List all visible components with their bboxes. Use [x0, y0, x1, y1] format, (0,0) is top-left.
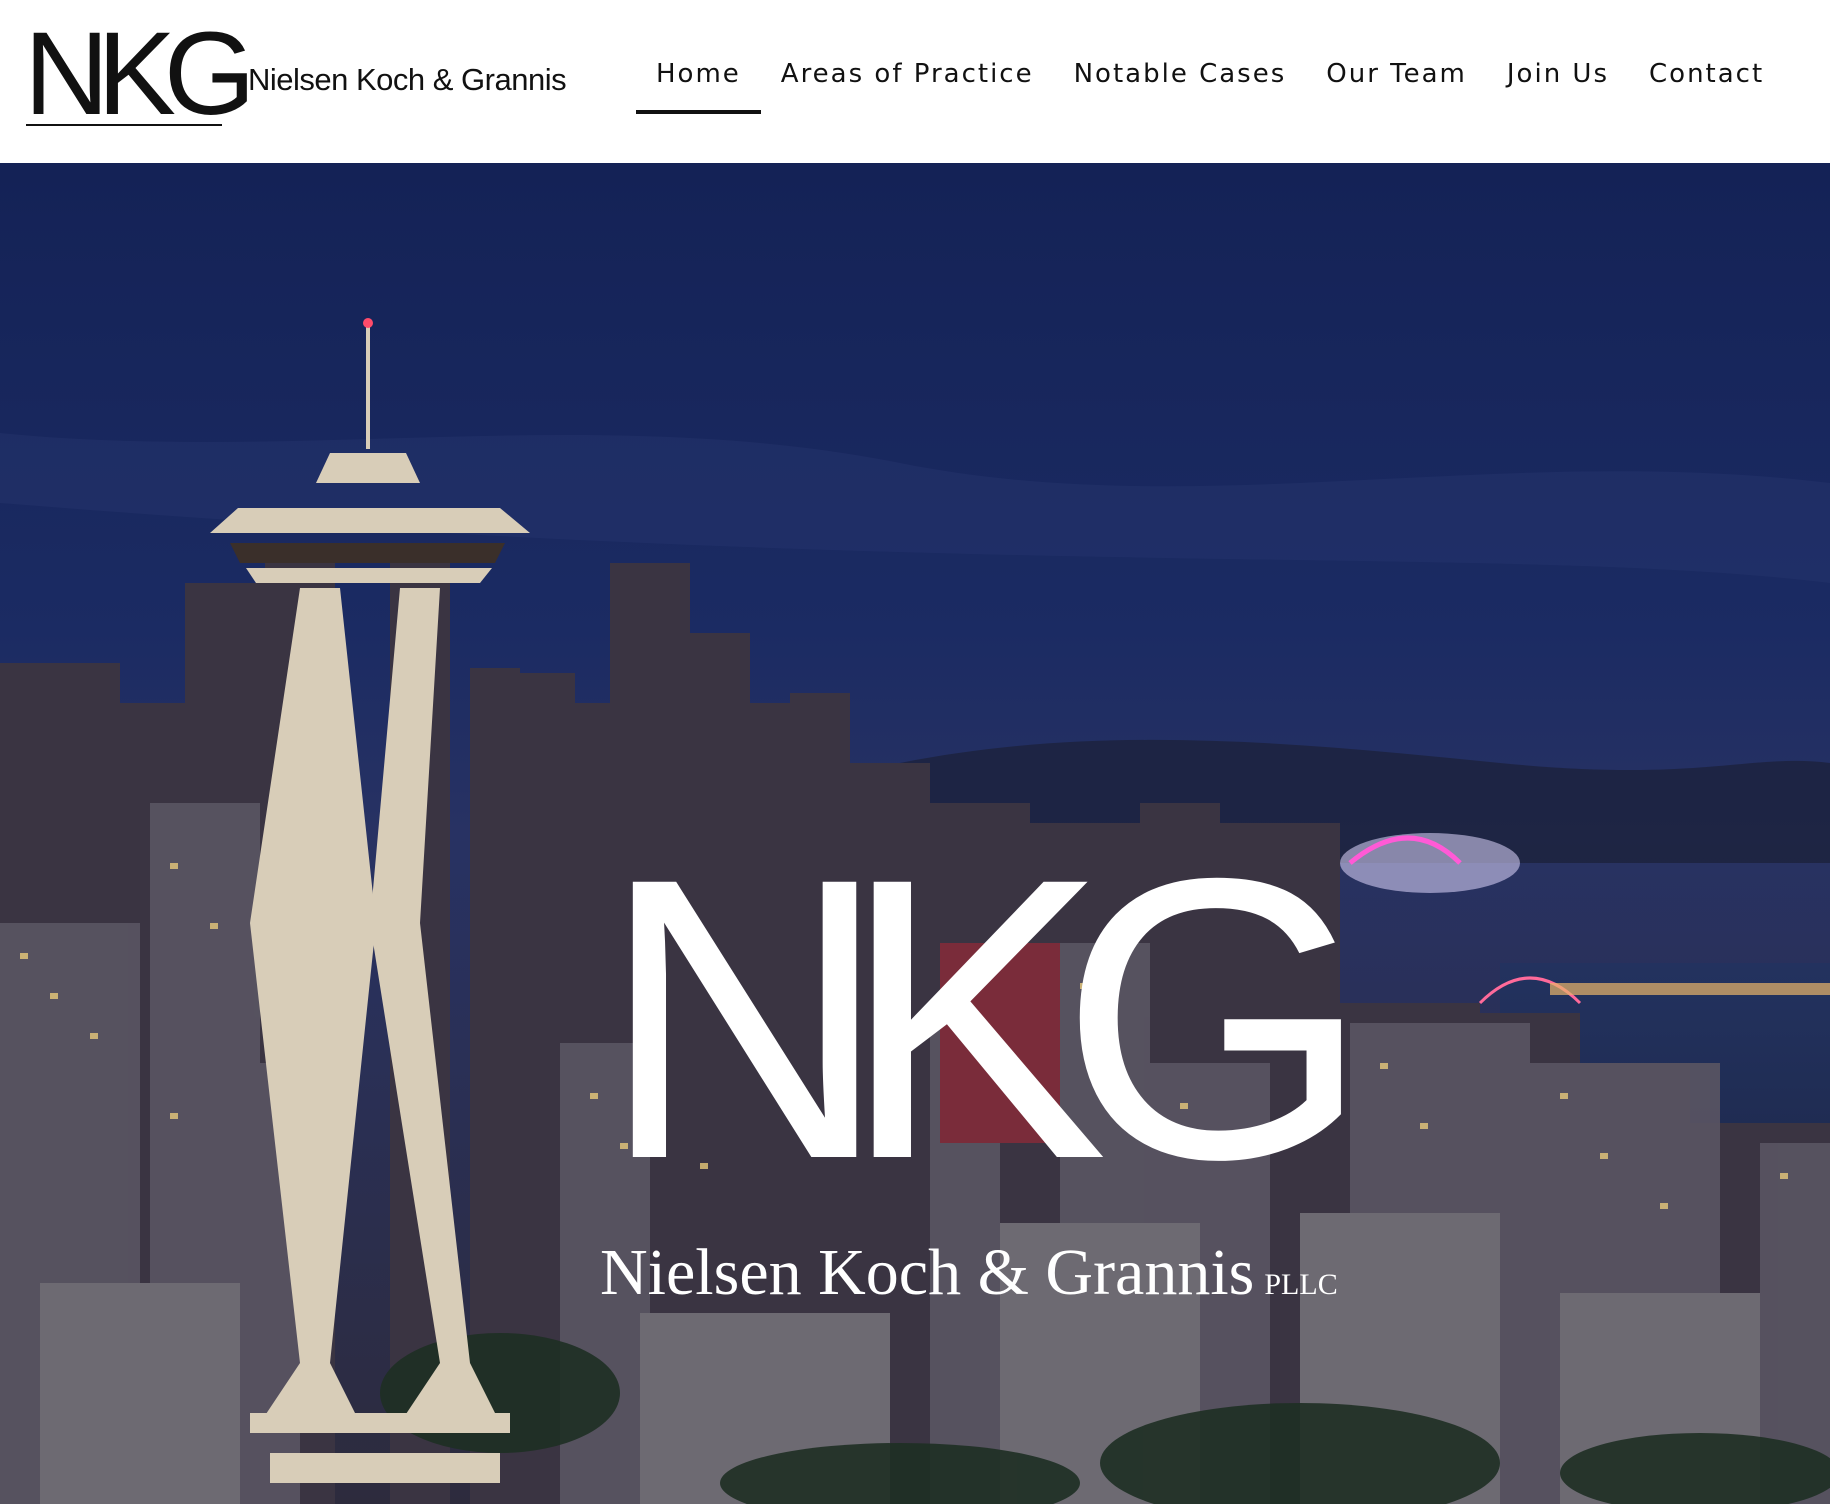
header-logo-mark[interactable]: NKG: [24, 15, 256, 133]
nav-our-team[interactable]: Our Team: [1306, 58, 1487, 114]
hero-firm-name: Nielsen Koch & Grannis PLLC: [600, 1235, 1338, 1311]
nav-notable-cases[interactable]: Notable Cases: [1054, 58, 1307, 114]
site-header: NKG Nielsen Koch & Grannis Home Areas of…: [0, 0, 1830, 163]
main-nav: Home Areas of Practice Notable Cases Our…: [636, 58, 1784, 114]
nav-home[interactable]: Home: [636, 58, 761, 114]
nav-areas-of-practice[interactable]: Areas of Practice: [761, 58, 1054, 114]
header-brand-name[interactable]: Nielsen Koch & Grannis: [248, 62, 567, 98]
nav-join-us[interactable]: Join Us: [1487, 58, 1629, 114]
hero-firm-suffix: PLLC: [1264, 1268, 1338, 1301]
nav-contact[interactable]: Contact: [1629, 58, 1784, 114]
logo-underline: [26, 124, 222, 126]
hero-firm-name-text: Nielsen Koch & Grannis: [600, 1236, 1255, 1309]
hero-section: NKG Nielsen Koch & Grannis PLLC: [0, 163, 1830, 1504]
hero-logo-mark: NKG: [600, 795, 1371, 1242]
